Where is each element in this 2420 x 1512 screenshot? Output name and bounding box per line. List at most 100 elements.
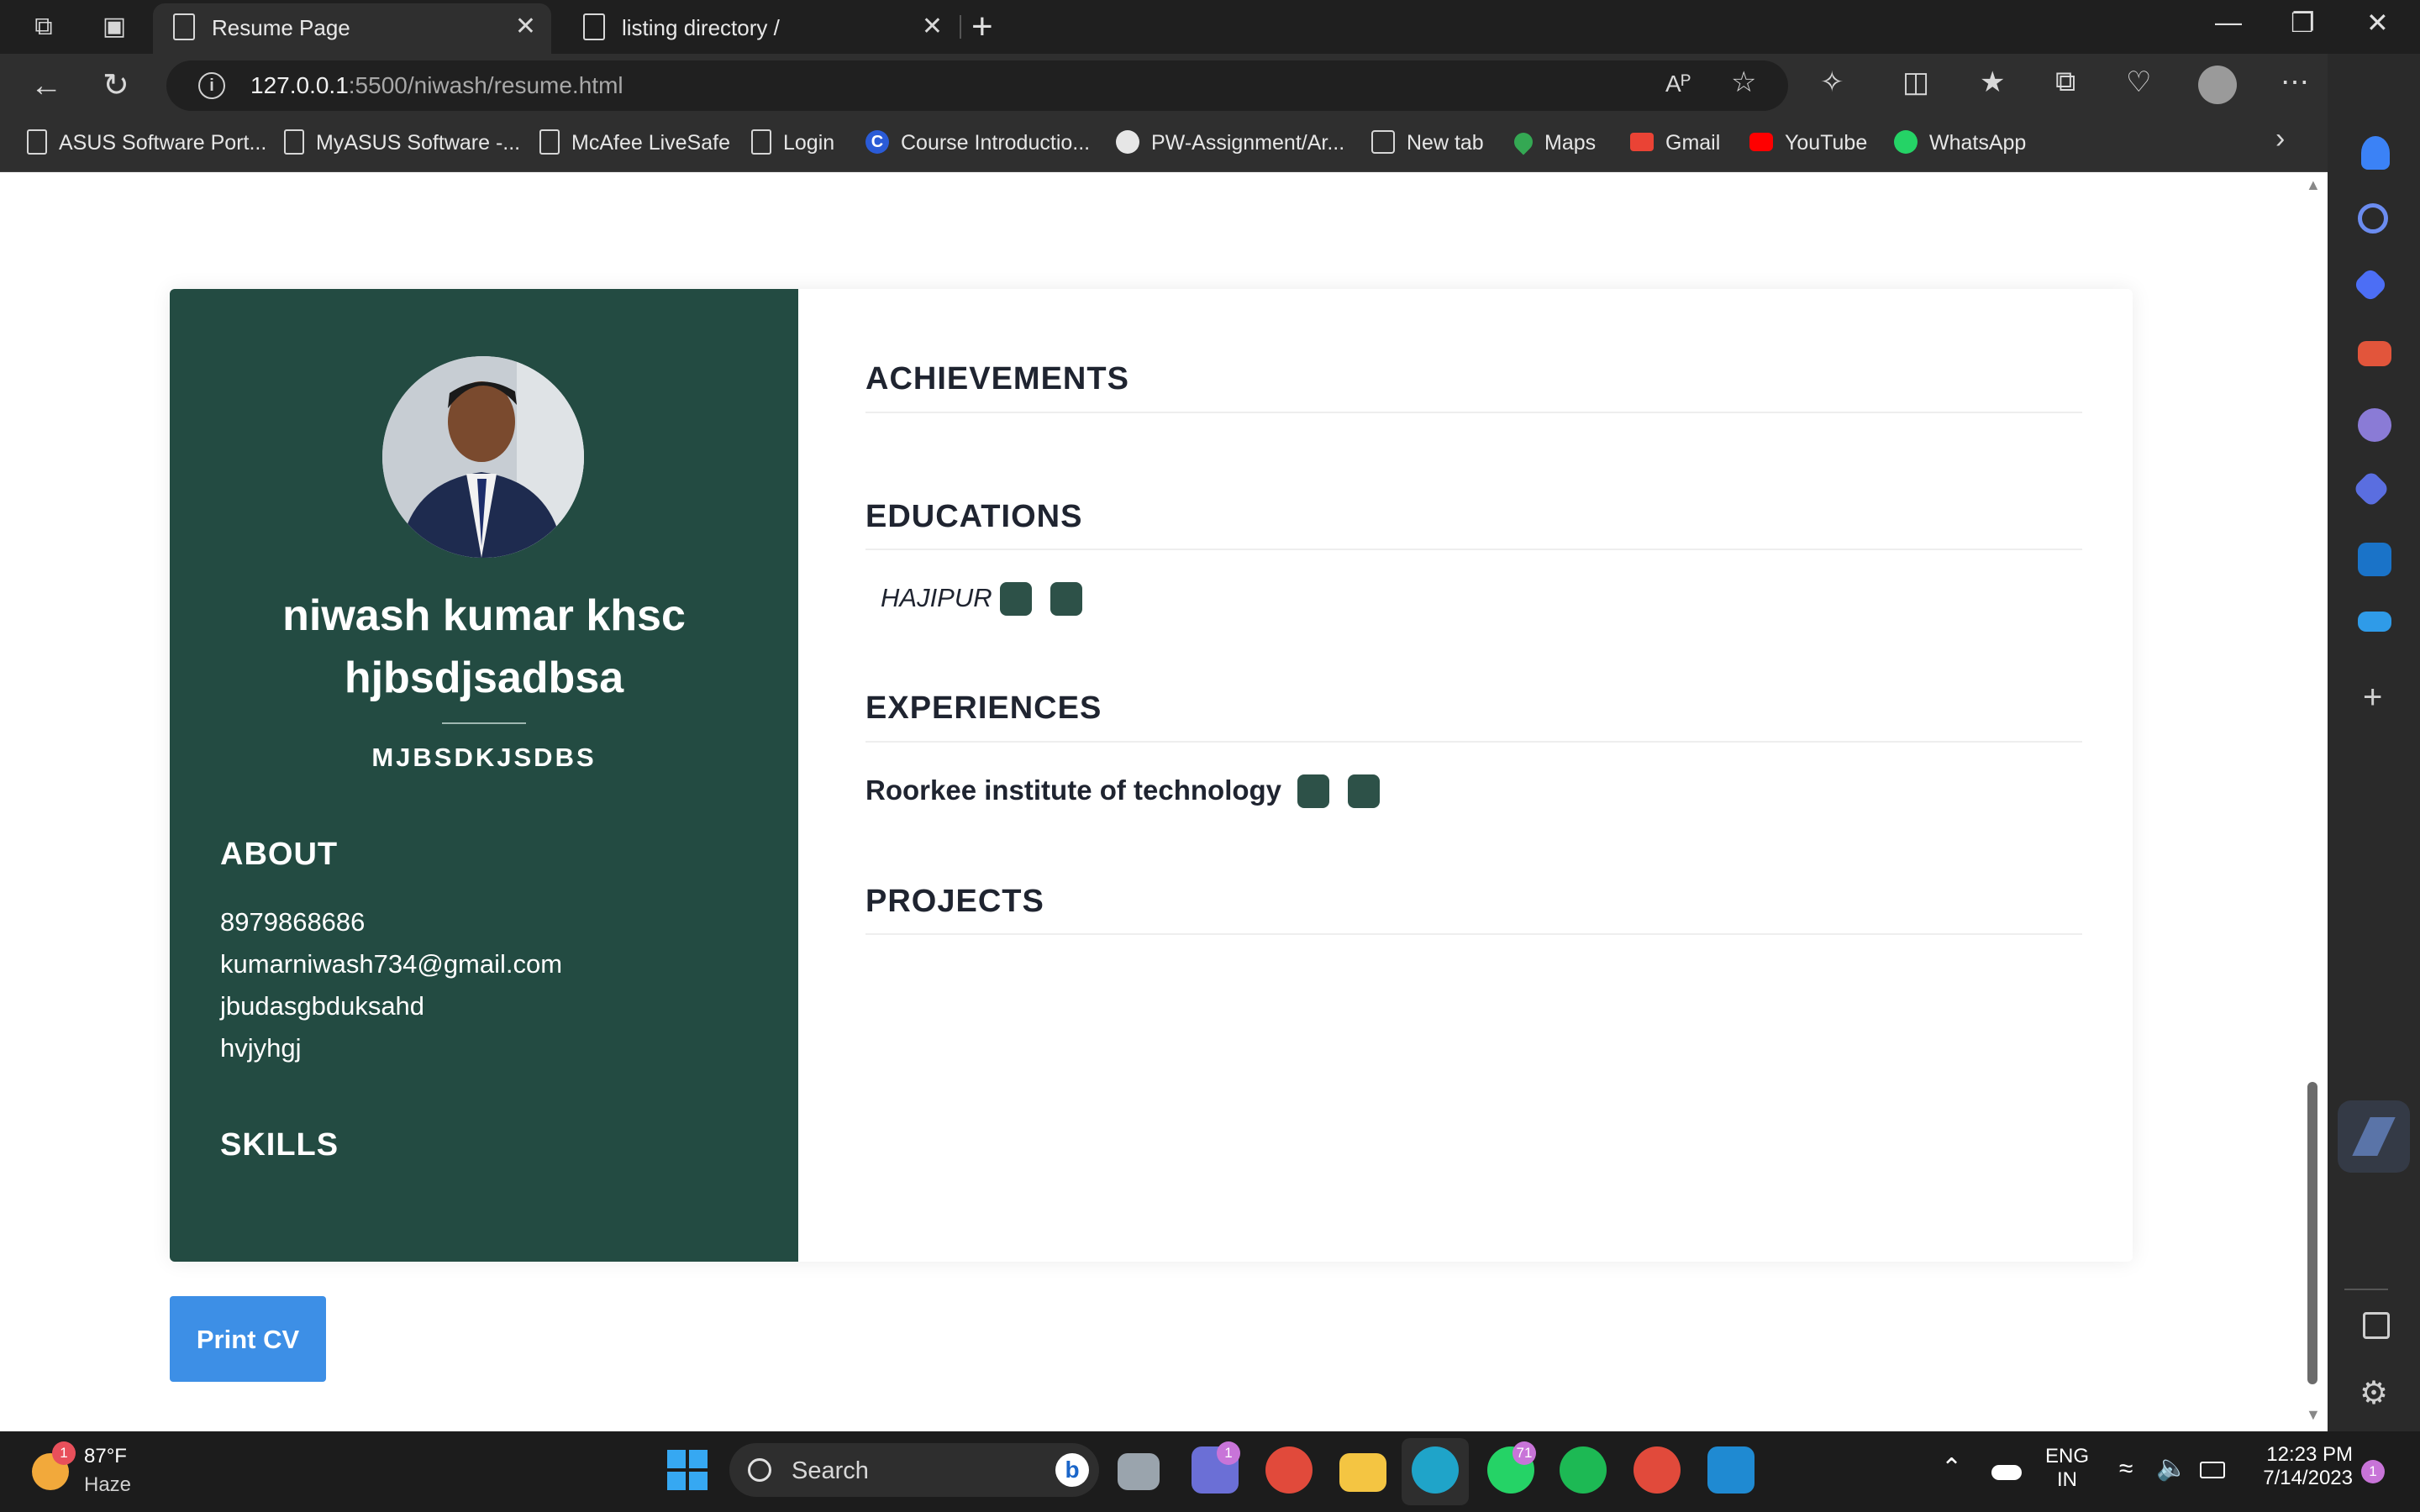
- bookmark-pw-assignment[interactable]: PW-Assignment/Ar...: [1116, 126, 1344, 160]
- send-icon[interactable]: [2358, 612, 2391, 632]
- read-aloud-icon[interactable]: Aᴾ: [1665, 71, 1691, 97]
- edge-icon[interactable]: [1412, 1446, 1459, 1494]
- notification-center-badge[interactable]: 1: [2361, 1460, 2385, 1483]
- bookmark-asus-software[interactable]: ASUS Software Port...: [27, 126, 266, 160]
- search-icon[interactable]: [2358, 203, 2388, 234]
- profile-avatar[interactable]: [2198, 66, 2237, 104]
- file-explorer-icon[interactable]: [1339, 1453, 1386, 1492]
- about-phone: 8979868686: [220, 907, 366, 937]
- experience-delete-button[interactable]: [1348, 774, 1380, 808]
- notifications-bell-icon[interactable]: [2361, 136, 2390, 170]
- vscode-icon[interactable]: [1707, 1446, 1754, 1494]
- bookmark-myasus[interactable]: MyASUS Software -...: [284, 126, 520, 160]
- edge-sidebar: [2328, 54, 2420, 1431]
- favorites-icon[interactable]: ★: [1980, 66, 2005, 99]
- games-icon[interactable]: [2358, 408, 2391, 442]
- close-window-icon[interactable]: ✕: [2366, 7, 2389, 39]
- education-delete-button[interactable]: [1050, 582, 1082, 616]
- bookmark-youtube[interactable]: YouTube: [1749, 126, 1867, 160]
- close-tab-icon[interactable]: ✕: [515, 12, 536, 41]
- battery-icon[interactable]: [2200, 1462, 2225, 1478]
- app-logo-icon: [2352, 1117, 2396, 1156]
- person-photo-icon: [382, 356, 584, 558]
- spotify-icon[interactable]: [1560, 1446, 1607, 1494]
- back-icon[interactable]: ←: [30, 67, 62, 104]
- clock-time: 12:23 PM: [2266, 1443, 2353, 1466]
- more-bookmarks-chevron-icon[interactable]: ›: [2275, 123, 2285, 155]
- site-info-icon[interactable]: i: [198, 72, 225, 99]
- experiences-heading: EXPERIENCES: [865, 690, 1102, 726]
- scroll-up-arrow-icon[interactable]: ▲: [2306, 176, 2321, 194]
- sidebar-app-tile[interactable]: [2338, 1100, 2410, 1173]
- close-tab-icon[interactable]: ✕: [922, 12, 943, 41]
- show-hidden-icons-chevron-icon[interactable]: ⌃: [1941, 1453, 1962, 1483]
- sidebar-settings-gear-icon[interactable]: ⚙: [2360, 1374, 2388, 1412]
- tab-actions-icon[interactable]: ▣: [91, 3, 138, 50]
- refresh-icon[interactable]: ↻: [103, 67, 129, 104]
- windows-start-icon[interactable]: [667, 1450, 708, 1490]
- collections-icon[interactable]: ⧉: [2055, 66, 2075, 98]
- more-options-icon[interactable]: ⋯: [2281, 66, 2309, 99]
- start-tile: [689, 1450, 708, 1468]
- chrome-profile-icon[interactable]: [1634, 1446, 1681, 1494]
- search-icon: [748, 1458, 771, 1482]
- split-screen-icon[interactable]: ◫: [1902, 66, 1929, 99]
- education-edit-button[interactable]: [1000, 582, 1032, 616]
- clock[interactable]: 12:23 PM 7/14/2023: [2244, 1443, 2353, 1490]
- candidate-name: niwash kumar khsc hjbsdjsadbsa: [282, 591, 686, 702]
- outlook-icon[interactable]: [2358, 543, 2391, 576]
- about-email: kumarniwash734@gmail.com: [220, 949, 563, 979]
- bookmark-login[interactable]: Login: [751, 126, 834, 160]
- candidate-title: MJBSDKJSDBS: [371, 743, 597, 772]
- bookmark-mcafee[interactable]: McAfee LiveSafe: [539, 126, 730, 160]
- print-cv-button[interactable]: Print CV: [170, 1296, 326, 1382]
- url-text[interactable]: 127.0.0.1:5500/niwash/resume.html: [250, 72, 623, 99]
- bookmark-label: Gmail: [1665, 131, 1721, 155]
- github-icon: [1116, 130, 1139, 155]
- bookmark-new-tab[interactable]: New tab: [1371, 126, 1484, 160]
- bookmark-course-introduction[interactable]: C Course Introductio...: [865, 126, 1090, 160]
- workspaces-icon[interactable]: ⧉: [20, 3, 67, 50]
- add-sidebar-app-icon[interactable]: +: [2363, 679, 2382, 717]
- hide-sidebar-icon[interactable]: [2363, 1312, 2390, 1339]
- bookmark-gmail[interactable]: Gmail: [1630, 126, 1720, 160]
- task-view-icon[interactable]: [1118, 1453, 1160, 1490]
- chrome-icon[interactable]: [1265, 1446, 1313, 1494]
- document-icon: [27, 129, 47, 155]
- wifi-icon[interactable]: ≈: [2119, 1455, 2133, 1483]
- experience-edit-button[interactable]: [1297, 774, 1329, 808]
- url-host: 127.0.0.1: [250, 72, 349, 98]
- calendar-icon: [1371, 130, 1395, 155]
- language-code: ENG: [2044, 1445, 2089, 1467]
- taskbar-search-box[interactable]: [729, 1443, 1099, 1497]
- bookmark-label: Course Introductio...: [901, 131, 1091, 155]
- volume-icon[interactable]: 🔈: [2156, 1453, 2187, 1483]
- whatsapp-icon: [1894, 130, 1918, 155]
- minimize-icon[interactable]: —: [2215, 7, 2242, 38]
- scrollbar-thumb[interactable]: [2307, 1082, 2317, 1384]
- scroll-down-arrow-icon[interactable]: ▼: [2306, 1406, 2321, 1424]
- extensions-icon[interactable]: ✧: [1820, 66, 1844, 99]
- restore-icon[interactable]: ❐: [2291, 7, 2315, 39]
- projects-divider: [865, 933, 2082, 935]
- taskbar-search-label: Search: [792, 1457, 869, 1484]
- document-icon: [539, 129, 560, 155]
- favorite-star-icon[interactable]: ☆: [1731, 66, 1756, 99]
- browser-essentials-icon[interactable]: ♡: [2126, 66, 2151, 99]
- tab-resume-page[interactable]: Resume Page ✕: [153, 3, 551, 54]
- new-tab-button[interactable]: +: [971, 3, 993, 50]
- coursera-icon: C: [865, 130, 889, 155]
- weather-temperature[interactable]: 87°F: [84, 1445, 127, 1468]
- bookmark-label: Maps: [1544, 131, 1597, 155]
- tab-listing-directory[interactable]: listing directory / ✕: [563, 3, 958, 54]
- bookmark-whatsapp[interactable]: WhatsApp: [1894, 126, 2026, 160]
- language-indicator[interactable]: ENG IN: [2042, 1445, 2092, 1492]
- weather-description: Haze: [84, 1473, 132, 1496]
- bookmark-maps[interactable]: Maps: [1510, 126, 1597, 160]
- bookmark-label: WhatsApp: [1929, 131, 2027, 155]
- youtube-icon: [1749, 133, 1773, 152]
- onedrive-cloud-icon[interactable]: [1991, 1465, 2022, 1480]
- bing-icon[interactable]: b: [1055, 1453, 1089, 1487]
- tools-briefcase-icon[interactable]: [2358, 341, 2391, 366]
- tab-divider: [960, 15, 961, 39]
